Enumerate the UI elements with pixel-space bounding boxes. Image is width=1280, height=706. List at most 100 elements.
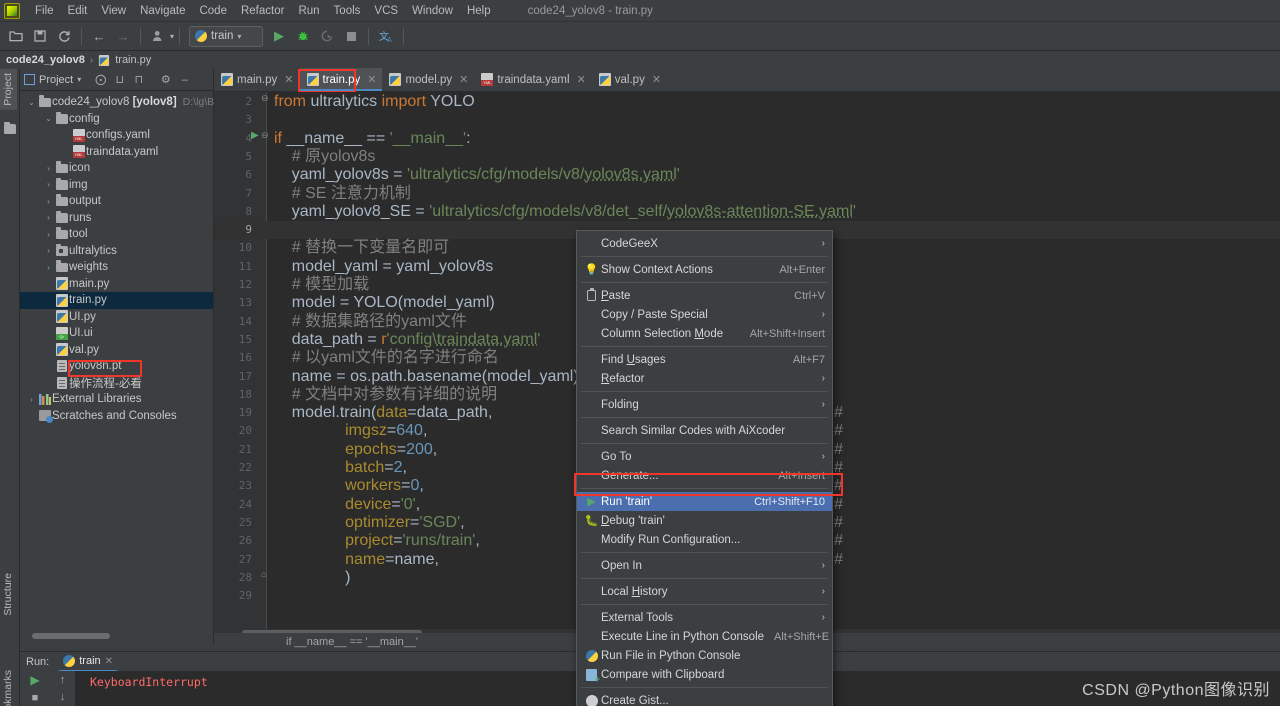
tree-item-code24-yolov8[interactable]: ⌄ code24_yolov8 [yolov8] D:\lg\Bai [20,94,213,111]
context-menu-item-show-context-actions[interactable]: 💡 Show Context Actions Alt+Enter [577,260,832,279]
chevron-right-icon[interactable]: › [26,395,37,404]
tree-item-train-py[interactable]: train.py [20,292,213,309]
collapse-all-icon[interactable]: ⊔ [112,73,127,86]
tree-item-ultralytics[interactable]: › ultralytics [20,243,213,260]
menu-item-refactor[interactable]: Refactor [234,3,291,19]
breadcrumb-file[interactable]: train.py [115,54,151,66]
chevron-down-icon[interactable]: ⌄ [43,114,54,123]
context-menu-item-debug-train[interactable]: 🐛 Debug 'train' [577,511,832,530]
context-menu-item-copy-paste-special[interactable]: Copy / Paste Special › [577,305,832,324]
close-icon[interactable]: ✕ [105,656,113,667]
tree-item-external-libraries[interactable]: › External Libraries [20,391,213,408]
tree-item-[interactable]: 操作流程-必看 [20,375,213,392]
gear-icon[interactable]: ⚙ [158,73,173,86]
close-icon[interactable]: ✕ [577,73,586,86]
translate-icon[interactable]: 文A [374,24,398,48]
sidebar-tab-structure[interactable]: Structure [0,569,17,620]
context-menu-item-execute-line-in-python-console[interactable]: Execute Line in Python Console Alt+Shift+… [577,627,832,646]
close-icon[interactable]: ✕ [284,73,293,86]
tree-item-traindata-yaml[interactable]: traindata.yaml [20,144,213,161]
chevron-right-icon[interactable]: › [43,246,54,255]
user-dropdown-caret-icon[interactable]: ▾ [170,32,174,41]
rerun-triangle-icon[interactable]: ▶ [30,674,39,686]
tree-item-tool[interactable]: › tool [20,226,213,243]
breadcrumb-project[interactable]: code24_yolov8 [6,54,85,66]
context-menu-item-find-usages[interactable]: Find Usages Alt+F7 [577,350,832,369]
tree-item-runs[interactable]: › runs [20,210,213,227]
arrow-up-icon[interactable]: ↑ [60,674,66,686]
folder-icon[interactable] [4,124,16,135]
arrow-down-icon[interactable]: ↓ [60,691,66,703]
tree-item-val-py[interactable]: val.py [20,342,213,359]
menu-item-help[interactable]: Help [460,3,498,19]
sidebar-tab-bookmarks[interactable]: Bookmarks [0,666,17,706]
user-icon[interactable] [146,24,170,48]
editor-context-menu[interactable]: CodeGeeX › 💡 Show Context Actions Alt+Enter P… [576,230,833,706]
project-horizontal-scrollbar[interactable] [32,633,110,639]
tree-item-icon[interactable]: › icon [20,160,213,177]
chevron-right-icon[interactable]: › [43,213,54,222]
chevron-down-icon[interactable]: ⌄ [26,98,37,107]
context-menu-item-local-history[interactable]: Local History › [577,582,832,601]
code-fold-icon[interactable]: ⌂ [261,569,266,579]
chevron-right-icon[interactable]: › [43,263,54,272]
gutter-run-triangle-icon[interactable]: ▶ [251,130,259,141]
context-menu-item-folding[interactable]: Folding › [577,395,832,414]
context-menu-item-go-to[interactable]: Go To › [577,447,832,466]
crosshair-icon[interactable]: ⨀ [93,73,108,86]
chevron-right-icon[interactable]: › [43,180,54,189]
context-menu-item-run-file-in-python-console[interactable]: Run File in Python Console [577,646,832,665]
tree-item-main-py[interactable]: main.py [20,276,213,293]
editor-tab-val-py[interactable]: val.py ✕ [592,68,667,91]
run-session-tab[interactable]: train ✕ [59,653,117,670]
context-menu-item-run-train[interactable]: ▶ Run 'train' Ctrl+Shift+F10 [577,492,832,511]
context-menu-item-external-tools[interactable]: External Tools › [577,608,832,627]
context-menu-item-codegeex[interactable]: CodeGeeX › [577,234,832,253]
tree-item-scratches-and-consoles[interactable]: Scratches and Consoles [20,408,213,425]
tree-item-output[interactable]: › output [20,193,213,210]
context-menu-item-compare-with-clipboard[interactable]: Compare with Clipboard [577,665,832,684]
tree-item-configs-yaml[interactable]: configs.yaml [20,127,213,144]
context-menu-item-create-gist[interactable]: Create Gist... [577,691,832,706]
stop-icon[interactable]: ■ [32,692,39,704]
sidebar-tab-project[interactable]: Project [0,69,17,110]
close-icon[interactable]: ✕ [652,73,661,86]
code-fold-icon[interactable]: ⊖ [261,93,269,104]
tree-item-yolov8n-pt[interactable]: yolov8n.pt [20,358,213,375]
editor-tab-model-py[interactable]: model.py ✕ [382,68,474,91]
save-icon[interactable] [28,24,52,48]
open-folder-icon[interactable] [4,24,28,48]
tree-item-ui-py[interactable]: UI.py [20,309,213,326]
tree-item-weights[interactable]: › weights [20,259,213,276]
context-menu-item-generate[interactable]: Generate... Alt+Insert [577,466,832,485]
chevron-right-icon[interactable]: › [43,230,54,239]
context-menu-item-paste[interactable]: Paste Ctrl+V [577,286,832,305]
context-menu-item-modify-run-configuration[interactable]: Modify Run Configuration... [577,530,832,549]
context-menu-item-column-selection-mode[interactable]: Column Selection Mode Alt+Shift+Insert [577,324,832,343]
menu-item-vcs[interactable]: VCS [367,3,405,19]
context-menu-item-refactor[interactable]: Refactor › [577,369,832,388]
refresh-icon[interactable] [52,24,76,48]
minimize-icon[interactable]: ‒ [177,74,192,86]
run-configuration-selector[interactable]: train ▾ [189,26,263,47]
context-menu-item-open-in[interactable]: Open In › [577,556,832,575]
editor-tab-train-py[interactable]: train.py ✕ [300,68,383,91]
menu-item-run[interactable]: Run [291,3,326,19]
menu-item-window[interactable]: Window [405,3,460,19]
menu-item-edit[interactable]: Edit [61,3,95,19]
close-icon[interactable]: ✕ [367,73,376,86]
editor-tab-main-py[interactable]: main.py ✕ [214,68,300,91]
menu-item-file[interactable]: File [28,3,61,19]
close-icon[interactable]: ✕ [459,73,468,86]
editor-tab-traindata-yaml[interactable]: traindata.yaml✕ [474,68,591,91]
chevron-right-icon[interactable]: › [43,197,54,206]
expand-all-icon[interactable]: ⊓ [131,73,146,86]
tree-item-img[interactable]: › img [20,177,213,194]
run-triangle-icon[interactable]: ▶ [267,24,291,48]
tree-item-ui-ui[interactable]: UI.ui [20,325,213,342]
menu-item-view[interactable]: View [94,3,133,19]
menu-item-navigate[interactable]: Navigate [133,3,192,19]
debug-bug-icon[interactable] [291,24,315,48]
code-fold-icon[interactable]: ⊖ [261,130,269,141]
tree-item-config[interactable]: ⌄ config [20,111,213,128]
